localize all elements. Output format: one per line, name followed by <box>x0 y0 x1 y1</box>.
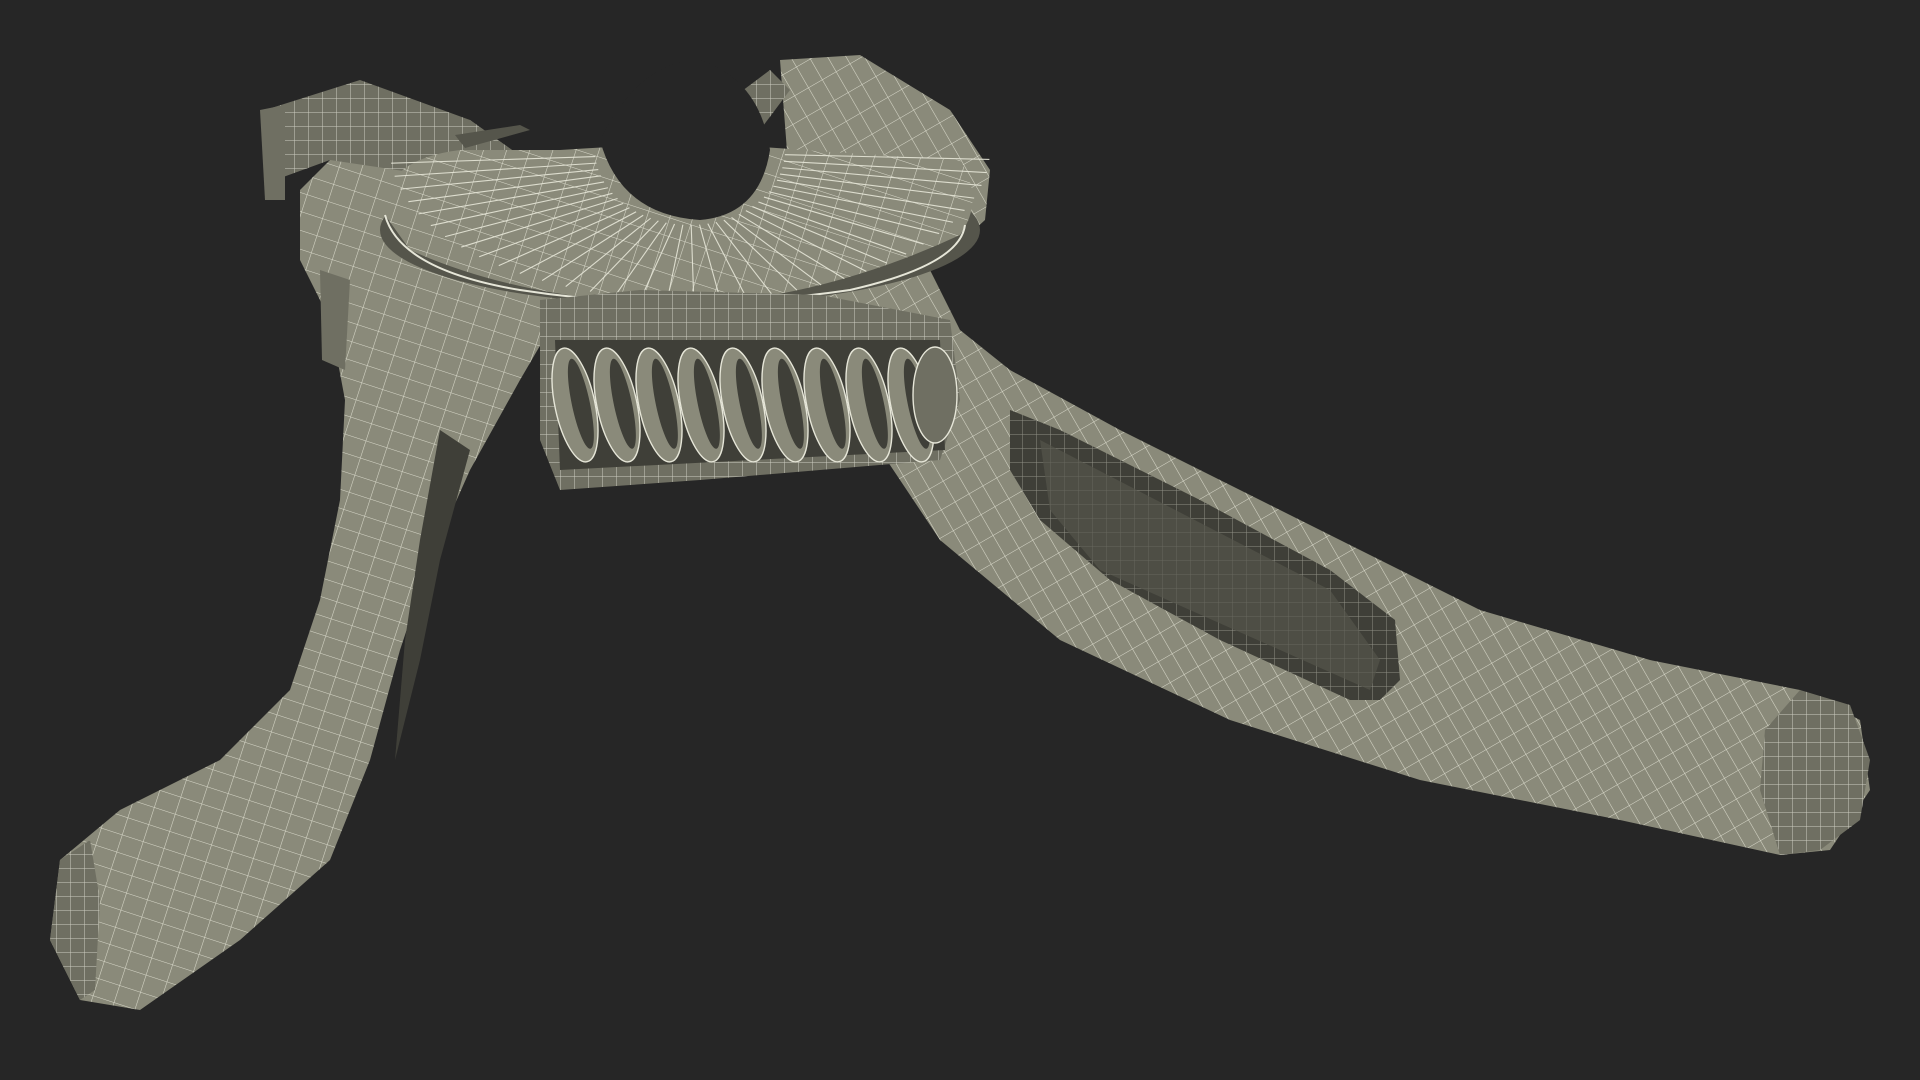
render-viewport <box>0 0 1920 1080</box>
spring-end-cap <box>912 346 958 444</box>
clamp-model <box>50 55 1870 1010</box>
